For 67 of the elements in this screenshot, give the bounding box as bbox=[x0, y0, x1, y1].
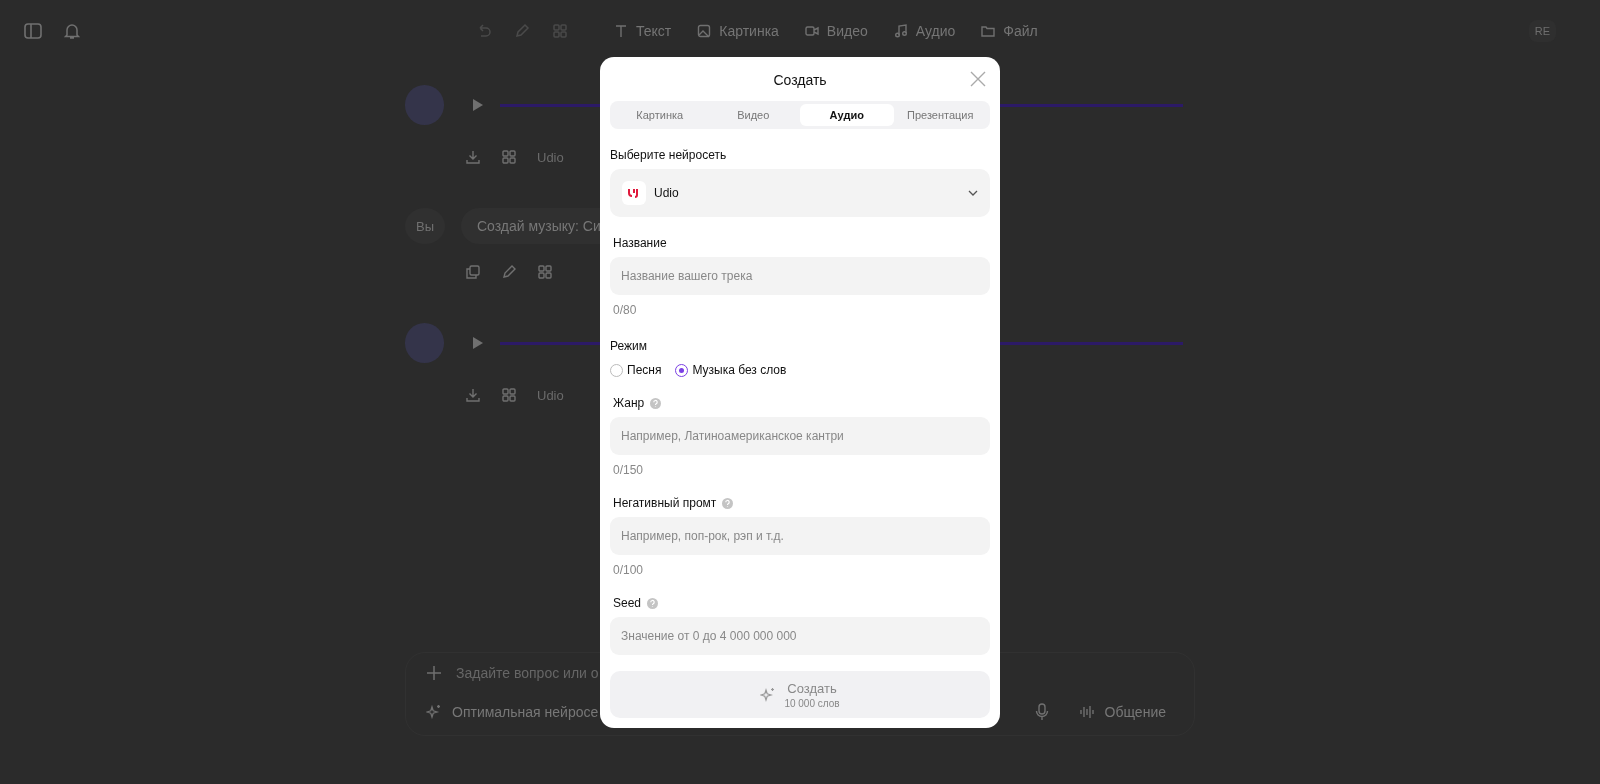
tool-icon bbox=[804, 24, 819, 38]
character-counter: 0/100 bbox=[613, 563, 645, 577]
text-field[interactable]: Например, Латиноамериканское кантри bbox=[610, 417, 990, 455]
grid-icon[interactable] bbox=[537, 264, 553, 280]
help-icon[interactable] bbox=[650, 397, 662, 409]
grid-icon[interactable] bbox=[501, 387, 517, 403]
download-icon[interactable] bbox=[465, 387, 481, 403]
character-counter: 0/150 bbox=[613, 463, 645, 477]
tool-button[interactable]: Текст bbox=[614, 23, 672, 39]
grid-icon[interactable] bbox=[552, 23, 568, 39]
copy-icon[interactable] bbox=[465, 264, 481, 280]
bell-icon[interactable] bbox=[64, 22, 80, 40]
grid-icon[interactable] bbox=[501, 149, 517, 165]
tab[interactable]: Презентация bbox=[893, 104, 987, 126]
close-icon[interactable] bbox=[970, 71, 986, 87]
tool-button[interactable]: Картинка bbox=[697, 23, 779, 39]
user-avatar[interactable]: RE bbox=[1528, 20, 1556, 42]
tool-icon bbox=[893, 24, 908, 38]
radio-option[interactable]: Песня bbox=[610, 363, 662, 377]
model-name: Udio bbox=[537, 149, 564, 165]
sparkle-icon bbox=[760, 686, 777, 703]
bot-avatar bbox=[405, 85, 445, 125]
play-icon[interactable] bbox=[472, 98, 485, 112]
create-button[interactable]: Создать 10 000 слов bbox=[610, 671, 990, 718]
tool-button[interactable]: Видео bbox=[804, 23, 868, 39]
tab[interactable]: Картинка bbox=[613, 104, 707, 126]
model-logo-icon bbox=[622, 181, 646, 205]
tool-button[interactable]: Файл bbox=[981, 23, 1038, 39]
play-icon[interactable] bbox=[472, 336, 485, 350]
field-label: Жанр bbox=[613, 396, 645, 410]
field-label: Выберите нейросеть bbox=[610, 148, 728, 162]
model-select[interactable]: Udio bbox=[610, 169, 990, 217]
tool-icon bbox=[981, 24, 996, 38]
tool-icon bbox=[697, 24, 712, 38]
pencil-icon[interactable] bbox=[514, 23, 530, 39]
undo-icon[interactable] bbox=[476, 23, 492, 39]
model-name: Udio bbox=[654, 186, 680, 200]
plus-icon[interactable] bbox=[426, 665, 442, 681]
message-field[interactable]: Задайте вопрос или о bbox=[456, 665, 599, 681]
chevron-down-icon bbox=[968, 190, 978, 196]
tool-button[interactable]: Аудио bbox=[893, 23, 956, 39]
character-counter: 0/80 bbox=[613, 303, 638, 317]
field-label: Негативный промт bbox=[613, 496, 717, 510]
tab[interactable]: Видео bbox=[706, 104, 800, 126]
field-label: Режим bbox=[610, 339, 648, 353]
pencil-icon[interactable] bbox=[501, 264, 517, 280]
text-field[interactable]: Название вашего трека bbox=[610, 257, 990, 295]
voice-chat-button[interactable]: Общение bbox=[1078, 704, 1166, 720]
sidebar-icon[interactable] bbox=[24, 23, 42, 39]
field-label: Seed bbox=[613, 596, 642, 610]
help-icon[interactable] bbox=[722, 497, 734, 509]
sparkle-icon bbox=[426, 704, 442, 720]
model-button[interactable]: Оптимальная нейросе bbox=[426, 704, 599, 720]
user-avatar: Вы bbox=[405, 208, 445, 244]
field-label: Название bbox=[613, 236, 667, 250]
help-icon[interactable] bbox=[647, 597, 659, 609]
tool-icon bbox=[614, 24, 628, 38]
radio-option[interactable]: Музыка без слов bbox=[675, 363, 787, 377]
microphone-icon[interactable] bbox=[1034, 703, 1049, 721]
dialog-title: Создать bbox=[773, 72, 827, 88]
text-field[interactable]: Например, поп-рок, рэп и т.д. bbox=[610, 517, 990, 555]
tab[interactable]: Аудио bbox=[800, 104, 894, 126]
text-field[interactable]: Значение от 0 до 4 000 000 000 bbox=[610, 617, 990, 655]
waveform-icon bbox=[1078, 704, 1095, 720]
bot-avatar bbox=[405, 323, 445, 363]
model-name: Udio bbox=[537, 387, 564, 403]
download-icon[interactable] bbox=[465, 149, 481, 165]
